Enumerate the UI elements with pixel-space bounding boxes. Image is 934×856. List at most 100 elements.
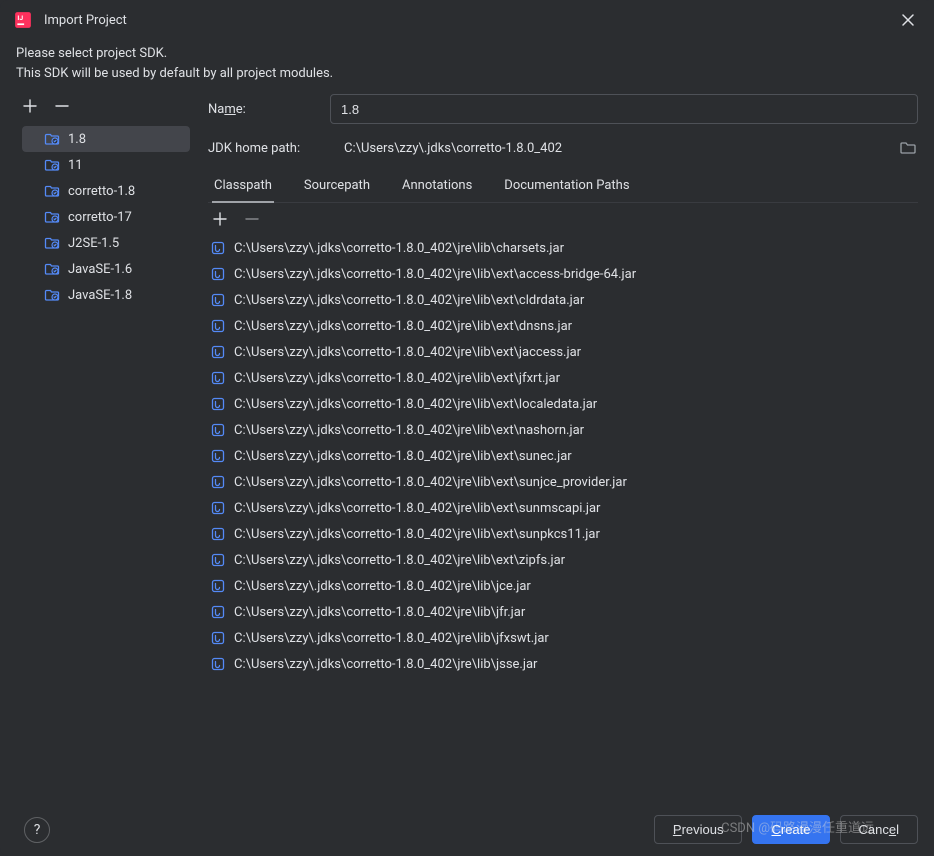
classpath-item-path: C:\Users\zzy\.jdks\corretto-1.8.0_402\jr…	[234, 527, 600, 542]
classpath-item[interactable]: C:\Users\zzy\.jdks\corretto-1.8.0_402\jr…	[208, 339, 912, 365]
classpath-item-path: C:\Users\zzy\.jdks\corretto-1.8.0_402\jr…	[234, 241, 564, 256]
classpath-item-path: C:\Users\zzy\.jdks\corretto-1.8.0_402\jr…	[234, 267, 636, 282]
sdk-item-label: J2SE-1.5	[68, 236, 119, 251]
jar-icon	[210, 292, 226, 308]
description: Please select project SDK. This SDK will…	[16, 40, 918, 86]
classpath-item[interactable]: C:\Users\zzy\.jdks\corretto-1.8.0_402\jr…	[208, 547, 912, 573]
classpath-item-path: C:\Users\zzy\.jdks\corretto-1.8.0_402\jr…	[234, 631, 549, 646]
classpath-item[interactable]: C:\Users\zzy\.jdks\corretto-1.8.0_402\jr…	[208, 417, 912, 443]
details-panel: Name: JDK home path: C:\Users\zzy\.jdks\…	[196, 94, 918, 803]
svg-text:IJ: IJ	[17, 14, 23, 22]
name-row: Name:	[208, 94, 918, 124]
classpath-item-path: C:\Users\zzy\.jdks\corretto-1.8.0_402\jr…	[234, 371, 560, 386]
jar-icon	[210, 474, 226, 490]
classpath-item[interactable]: C:\Users\zzy\.jdks\corretto-1.8.0_402\jr…	[208, 313, 912, 339]
classpath-item[interactable]: C:\Users\zzy\.jdks\corretto-1.8.0_402\jr…	[208, 365, 912, 391]
sdk-folder-icon	[44, 183, 60, 199]
jar-icon	[210, 240, 226, 256]
classpath-toolbar	[208, 203, 918, 235]
classpath-item[interactable]: C:\Users\zzy\.jdks\corretto-1.8.0_402\jr…	[208, 625, 912, 651]
classpath-item[interactable]: C:\Users\zzy\.jdks\corretto-1.8.0_402\jr…	[208, 443, 912, 469]
app-icon: IJ	[14, 11, 32, 29]
description-line2: This SDK will be used by default by all …	[16, 64, 918, 84]
remove-sdk-button[interactable]	[52, 96, 72, 116]
sdk-item[interactable]: JavaSE-1.6	[22, 256, 190, 282]
classpath-item-path: C:\Users\zzy\.jdks\corretto-1.8.0_402\jr…	[234, 475, 627, 490]
sdk-item[interactable]: corretto-1.8	[22, 178, 190, 204]
tab-sourcepath[interactable]: Sourcepath	[302, 172, 372, 202]
sdk-item-label: corretto-17	[68, 210, 132, 225]
sdk-item[interactable]: 11	[22, 152, 190, 178]
sdk-folder-icon	[44, 157, 60, 173]
classpath-item[interactable]: C:\Users\zzy\.jdks\corretto-1.8.0_402\jr…	[208, 599, 912, 625]
classpath-item-path: C:\Users\zzy\.jdks\corretto-1.8.0_402\jr…	[234, 449, 572, 464]
help-button[interactable]: ?	[24, 817, 50, 843]
jar-icon	[210, 370, 226, 386]
classpath-item-path: C:\Users\zzy\.jdks\corretto-1.8.0_402\jr…	[234, 553, 565, 568]
jar-icon	[210, 500, 226, 516]
sdk-folder-icon	[44, 287, 60, 303]
classpath-item-path: C:\Users\zzy\.jdks\corretto-1.8.0_402\jr…	[234, 501, 600, 516]
jar-icon	[210, 656, 226, 672]
classpath-item[interactable]: C:\Users\zzy\.jdks\corretto-1.8.0_402\jr…	[208, 235, 912, 261]
remove-classpath-button[interactable]	[242, 209, 262, 229]
tab-classpath[interactable]: Classpath	[212, 172, 274, 203]
classpath-item[interactable]: C:\Users\zzy\.jdks\corretto-1.8.0_402\jr…	[208, 391, 912, 417]
classpath-item-path: C:\Users\zzy\.jdks\corretto-1.8.0_402\jr…	[234, 293, 584, 308]
classpath-item-path: C:\Users\zzy\.jdks\corretto-1.8.0_402\jr…	[234, 423, 584, 438]
add-sdk-button[interactable]	[20, 96, 40, 116]
content: 1.8 11 corretto-1.8 corretto-17 J2SE-1.5 Java…	[16, 94, 918, 803]
jar-icon	[210, 318, 226, 334]
sdk-item-label: corretto-1.8	[68, 184, 135, 199]
tab-annotations[interactable]: Annotations	[400, 172, 474, 202]
previous-button[interactable]: Previous	[654, 815, 743, 844]
classpath-item[interactable]: C:\Users\zzy\.jdks\corretto-1.8.0_402\jr…	[208, 261, 912, 287]
close-button[interactable]	[896, 8, 920, 32]
classpath-item-path: C:\Users\zzy\.jdks\corretto-1.8.0_402\jr…	[234, 319, 572, 334]
sdk-folder-icon	[44, 235, 60, 251]
name-label: Name:	[208, 102, 318, 117]
jar-icon	[210, 630, 226, 646]
jar-icon	[210, 344, 226, 360]
jar-icon	[210, 526, 226, 542]
titlebar: IJ Import Project	[0, 0, 934, 40]
classpath-item[interactable]: C:\Users\zzy\.jdks\corretto-1.8.0_402\jr…	[208, 495, 912, 521]
body-area: Please select project SDK. This SDK will…	[0, 40, 934, 803]
path-label: JDK home path:	[208, 141, 328, 156]
button-bar: ? Previous Create Cancel	[0, 803, 934, 856]
sdk-item[interactable]: 1.8	[22, 126, 190, 152]
sdk-item-label: JavaSE-1.8	[68, 288, 132, 303]
sdk-folder-icon	[44, 131, 60, 147]
sdk-item[interactable]: corretto-17	[22, 204, 190, 230]
browse-path-button[interactable]	[898, 138, 918, 158]
create-button[interactable]: Create	[752, 815, 829, 844]
sdk-item[interactable]: JavaSE-1.8	[22, 282, 190, 308]
sdk-item-label: 11	[68, 158, 83, 173]
classpath-item[interactable]: C:\Users\zzy\.jdks\corretto-1.8.0_402\jr…	[208, 651, 912, 677]
path-row: JDK home path: C:\Users\zzy\.jdks\corret…	[208, 138, 918, 158]
classpath-item-path: C:\Users\zzy\.jdks\corretto-1.8.0_402\jr…	[234, 605, 525, 620]
jar-icon	[210, 578, 226, 594]
classpath-item[interactable]: C:\Users\zzy\.jdks\corretto-1.8.0_402\jr…	[208, 469, 912, 495]
sdk-list[interactable]: 1.8 11 corretto-1.8 corretto-17 J2SE-1.5 Java…	[16, 122, 196, 803]
classpath-item-path: C:\Users\zzy\.jdks\corretto-1.8.0_402\jr…	[234, 345, 581, 360]
sdk-item[interactable]: J2SE-1.5	[22, 230, 190, 256]
jar-icon	[210, 396, 226, 412]
classpath-item[interactable]: C:\Users\zzy\.jdks\corretto-1.8.0_402\jr…	[208, 287, 912, 313]
tab-documentation-paths[interactable]: Documentation Paths	[502, 172, 631, 202]
classpath-item[interactable]: C:\Users\zzy\.jdks\corretto-1.8.0_402\jr…	[208, 521, 912, 547]
classpath-item[interactable]: C:\Users\zzy\.jdks\corretto-1.8.0_402\jr…	[208, 573, 912, 599]
jar-icon	[210, 448, 226, 464]
sdk-item-label: JavaSE-1.6	[68, 262, 132, 277]
sdk-panel: 1.8 11 corretto-1.8 corretto-17 J2SE-1.5 Java…	[16, 94, 196, 803]
name-input[interactable]	[330, 94, 918, 124]
add-classpath-button[interactable]	[210, 209, 230, 229]
classpath-list[interactable]: C:\Users\zzy\.jdks\corretto-1.8.0_402\jr…	[208, 235, 918, 803]
jar-icon	[210, 266, 226, 282]
import-project-window: IJ Import Project Please select project …	[0, 0, 934, 856]
jar-icon	[210, 422, 226, 438]
classpath-item-path: C:\Users\zzy\.jdks\corretto-1.8.0_402\jr…	[234, 657, 537, 672]
description-line1: Please select project SDK.	[16, 44, 918, 64]
sdk-item-label: 1.8	[68, 132, 86, 147]
cancel-button[interactable]: Cancel	[840, 815, 918, 844]
